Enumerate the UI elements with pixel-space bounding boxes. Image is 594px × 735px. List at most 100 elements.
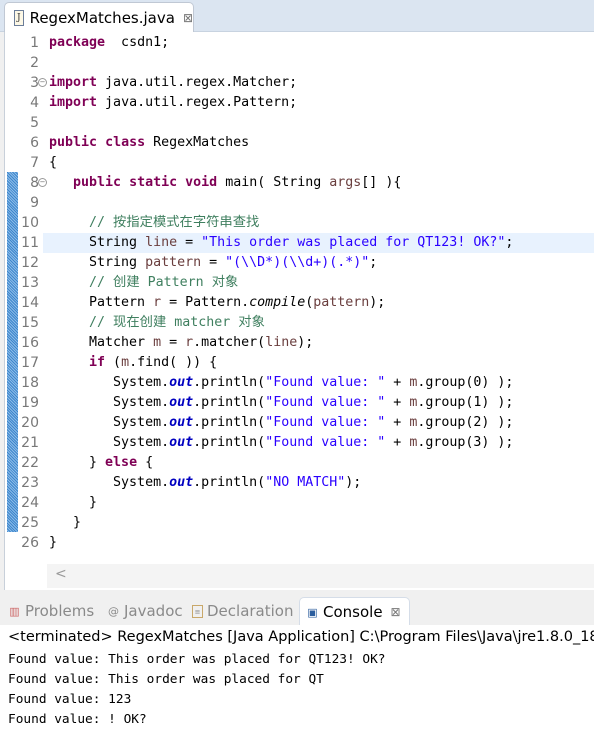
code-token: + [385,435,410,450]
code-text: // 现在创建 matcher 对象 [43,313,594,333]
code-text: } [43,513,594,533]
code-token: System. [49,415,170,430]
code-line[interactable]: 1 package csdn1; [5,33,594,53]
line-number: 17 [21,355,39,371]
code-token: package [49,35,106,50]
code-text: // 创建 Pattern 对象 [43,273,594,293]
code-line[interactable]: 17 if (m.find( )) { [5,353,594,373]
close-icon[interactable]: ⊠ [391,605,401,619]
code-line[interactable]: 25 } [5,513,594,533]
line-number: 9 [30,195,39,211]
line-number: 22 [21,455,39,471]
line-number: 23 [21,475,39,491]
code-line[interactable]: 23 System.out.println("NO MATCH"); [5,473,594,493]
line-number: 10 [21,215,39,231]
tab-problems[interactable]: ▥ Problems [8,597,94,625]
code-token: = [161,335,186,350]
code-line[interactable]: 21 System.out.println("Found value: " + … [5,433,594,453]
line-number: 3 [30,75,39,91]
code-line[interactable]: 13 // 创建 Pattern 对象 [5,273,594,293]
code-token: { [49,155,58,170]
code-token: .println( [193,415,266,430]
tab-label: Javadoc [124,602,183,620]
code-text: System.out.println("Found value: " + m.g… [43,373,594,393]
code-line[interactable]: 7{ [5,153,594,173]
horizontal-scrollbar[interactable]: < [47,564,594,588]
line-number: 8 [30,175,39,191]
code-token: "NO MATCH" [265,475,346,490]
code-token: public [49,135,98,150]
line-number: 24 [21,495,39,511]
code-token: ); [297,335,314,350]
code-token: pattern [145,255,202,270]
code-line[interactable]: 26} [5,533,594,553]
code-line[interactable]: 16 Matcher m = r.matcher(line); [5,333,594,353]
code-token: compile [249,295,306,310]
console-view[interactable]: <terminated> RegexMatches [Java Applicat… [0,625,594,735]
code-token: m [121,355,130,370]
line-number: 11 [21,235,39,251]
code-token: + [385,395,410,410]
line-number: 16 [21,335,39,351]
code-token: m [153,335,162,350]
line-number: 19 [21,395,39,411]
editor-tab-regexmatches[interactable]: J RegexMatches.java ⊠ [4,2,194,33]
code-token: ); [345,475,362,490]
code-line[interactable]: 2 [5,53,594,73]
code-line[interactable]: 10 // 按指定模式在字符串查找 [5,213,594,233]
code-token: Pattern [49,295,154,310]
code-line[interactable]: 12 String pattern = "(\\D*)(\\d+)(.*)"; [5,253,594,273]
code-line[interactable]: 18 System.out.println("Found value: " + … [5,373,594,393]
line-number: 21 [21,435,39,451]
code-token: "Found value: " [265,415,386,430]
code-text: import java.util.regex.Pattern; [43,93,594,113]
code-token: String [49,235,146,250]
code-line[interactable]: 8− public static void main( String args[… [5,173,594,193]
code-line[interactable]: 20 System.out.println("Found value: " + … [5,413,594,433]
code-token: line [265,335,298,350]
code-line[interactable]: 15 // 现在创建 matcher 对象 [5,313,594,333]
tab-console[interactable]: ▣ Console ⊠ [299,597,410,626]
code-editor[interactable]: 1 package csdn1; 2 3− import java.util.regex… [4,32,594,590]
line-number: 4 [30,95,39,111]
code-token: r [153,295,162,310]
code-token: "(\\D*)(\\d+)(.*)" [225,255,370,270]
code-token: import [49,95,98,110]
code-token: ( [105,355,122,370]
code-line[interactable]: 11 String line = "This order was placed … [5,233,594,253]
code-token: .group(0) ); [417,375,514,390]
code-line[interactable]: 4 import java.util.regex.Pattern; [5,93,594,113]
code-line[interactable]: 9 [5,193,594,213]
line-number: 13 [21,275,39,291]
code-token: "Found value: " [265,375,386,390]
code-line[interactable]: 5 [5,113,594,133]
code-text: System.out.println("NO MATCH"); [43,473,594,493]
code-token: r [185,335,194,350]
tab-declaration[interactable]: ≡ Declaration [192,597,293,625]
scroll-left-icon[interactable]: < [55,566,67,582]
line-number: 14 [21,295,39,311]
line-number: 18 [21,375,39,391]
code-text: Matcher m = r.matcher(line); [43,333,594,353]
code-line[interactable]: 22 } else { [5,453,594,473]
code-token: = [201,255,226,270]
code-token: .println( [193,475,266,490]
code-text: System.out.println("Found value: " + m.g… [43,393,594,413]
console-line: Found value: 123 [8,692,132,707]
line-number: 1 [30,35,39,51]
close-icon[interactable]: ⊠ [183,11,193,25]
tab-javadoc[interactable]: @ Declaration Javadoc [107,597,183,625]
code-line[interactable]: 14 Pattern r = Pattern.compile(pattern); [5,293,594,313]
code-line[interactable]: 24 } [5,493,594,513]
code-token: } [49,455,106,470]
code-token: .group(1) ); [417,395,514,410]
code-token: csdn1; [105,35,170,50]
code-token: .println( [193,435,266,450]
code-line[interactable]: 3− import java.util.regex.Matcher; [5,73,594,93]
code-line[interactable]: 6 public class RegexMatches [5,133,594,153]
code-line[interactable]: 19 System.out.println("Found value: " + … [5,393,594,413]
